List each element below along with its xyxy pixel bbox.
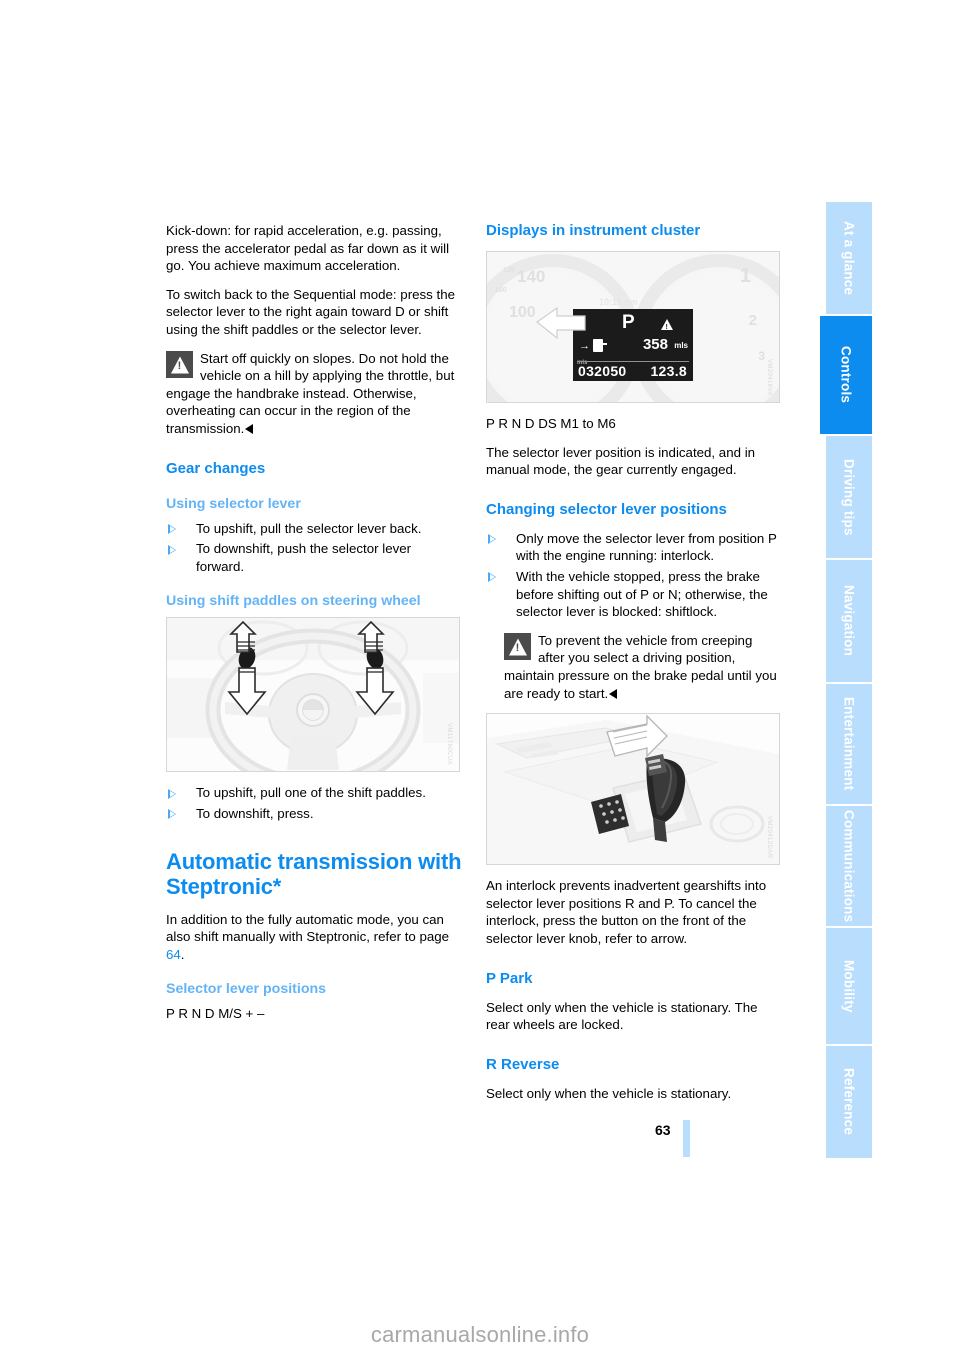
subheading-selector-lever-positions: Selector lever positions (166, 981, 327, 998)
warning-note-body: Start off quickly on slopes. Do not hold… (166, 350, 455, 436)
sidebar-tab-entertainment[interactable]: Entertainment (826, 684, 872, 804)
list-item: Only move the selector lever from positi… (486, 530, 782, 565)
sidebar-tab-label: Entertainment (841, 697, 857, 791)
heading-automatic-transmission-steptronic: Automatic transmission with Steptronic* (166, 848, 462, 899)
sidebar-tab-label: Driving tips (841, 458, 857, 536)
paragraph-interlock: An interlock prevents inadvertent gearsh… (486, 878, 767, 946)
page-edge-marker (683, 1120, 690, 1157)
paragraph-text-end: . (180, 946, 185, 962)
warning-note-text: To prevent the vehicle from creeping aft… (504, 632, 782, 702)
page-reference-link[interactable]: 64 (166, 947, 181, 962)
section-tab-sidebar: At a glance Controls Driving tips Naviga… (812, 202, 872, 1158)
heading-gear-changes: Gear changes (166, 459, 266, 477)
paragraph-p-park: Select only when the vehicle is stationa… (486, 999, 758, 1033)
odometer-value: 032050 (578, 363, 627, 379)
tach-tick-label: 2 (748, 312, 757, 329)
warning-note-body: To prevent the vehicle from creeping aft… (504, 632, 777, 701)
subheading-using-selector-lever: Using selector lever (166, 495, 301, 512)
paragraph-sequential-mode: To switch back to the Sequential mode: p… (166, 286, 455, 337)
fuel-arrow-icon: → (579, 340, 590, 352)
heading-displays-in-instrument-cluster: Displays in instrument cluster (486, 222, 701, 239)
list-item: With the vehicle stopped, press the brak… (486, 568, 782, 621)
list-shift-paddles: To upshift, pull one of the shift paddle… (166, 784, 462, 822)
right-text-column: Displays in instrument cluster 120 140 1… (486, 222, 782, 1113)
sidebar-tab-label: Reference (841, 1068, 857, 1136)
sidebar-tab-driving-tips[interactable]: Driving tips (826, 436, 872, 558)
paragraph-text: In addition to the fully automatic mode,… (166, 911, 450, 945)
sidebar-tab-label: Navigation (841, 585, 857, 657)
sidebar-tab-navigation[interactable]: Navigation (826, 560, 872, 682)
steering-wheel-illustration (167, 618, 459, 772)
speed-tick-label: 140 (517, 267, 546, 286)
sidebar-tab-controls[interactable]: Controls (820, 316, 872, 434)
cluster-info-display: P ! → 358 mls mls 032050 123.8 (573, 309, 693, 381)
range-unit: mls (674, 341, 688, 350)
cluster-warning-exclamation: ! (665, 324, 668, 331)
fuel-pump-icon (593, 339, 607, 352)
speed-tick-label: 120 (503, 267, 515, 274)
sidebar-tab-label: Mobility (841, 959, 857, 1013)
heading-r-reverse: R Reverse (486, 1055, 560, 1073)
warning-note-slopes: ! Start off quickly on slopes. Do not ho… (166, 350, 462, 438)
left-text-column: Kick-down: for rapid acceleration, e.g. … (166, 222, 462, 1023)
site-watermark: carmanualsonline.info (370, 1322, 590, 1347)
list-item: To downshift, press. (166, 805, 462, 823)
list-item: To upshift, pull the selector lever back… (166, 520, 462, 538)
display-divider (577, 361, 689, 362)
paragraph-steptronic-intro: In addition to the fully automatic mode,… (166, 911, 462, 964)
paragraph-r-reverse: Select only when the vehicle is stationa… (486, 1085, 732, 1101)
figure-instrument-cluster: 120 140 160 100 1 2 3 10:15 am P ! → 358… (486, 251, 780, 403)
heading-p-park: P Park (486, 969, 533, 987)
list-item: To downshift, push the selector lever fo… (166, 540, 462, 575)
sidebar-tab-label: At a glance (841, 220, 857, 296)
sidebar-tab-at-a-glance[interactable]: At a glance (826, 202, 872, 314)
figure-code: VM20416VA (766, 359, 772, 396)
selector-lever-illustration (487, 714, 779, 865)
warning-triangle-icon: ! (504, 632, 531, 660)
sidebar-tab-communications[interactable]: Communications (826, 806, 872, 926)
heading-changing-selector-lever-positions: Changing selector lever positions (486, 500, 727, 518)
end-of-note-marker (609, 688, 618, 699)
paragraph-kickdown: Kick-down: for rapid acceleration, e.g. … (166, 223, 450, 274)
list-using-selector-lever: To upshift, pull the selector lever back… (166, 520, 462, 576)
figure-steering-wheel-paddles: VM11760CUA (166, 617, 460, 773)
selector-position-indicator: P (622, 312, 635, 333)
text-selector-lever-positions: P R N D M/S + – (166, 1006, 265, 1022)
pointer-arrow-icon (535, 306, 586, 340)
range-value: 358 (642, 336, 668, 353)
tach-tick-label: 1 (739, 265, 751, 287)
sidebar-tab-mobility[interactable]: Mobility (826, 928, 872, 1044)
list-changing-positions: Only move the selector lever from positi… (486, 530, 782, 621)
sidebar-tab-label: Controls (838, 346, 854, 404)
figure-code: VM20412DAR (766, 815, 772, 859)
page-number: 63 (655, 1122, 671, 1138)
sidebar-tab-reference[interactable]: Reference (826, 1046, 872, 1158)
speed-tick-label: 160 (495, 287, 507, 294)
paragraph-selector-position-indicated: The selector lever position is indicated… (486, 444, 756, 478)
figure-code: VM11760CUA (446, 723, 452, 766)
subheading-shift-paddles: Using shift paddles on steering wheel (166, 593, 421, 610)
end-of-note-marker (245, 423, 254, 434)
list-item: To upshift, pull one of the shift paddle… (166, 784, 462, 802)
warning-triangle-icon: ! (166, 350, 193, 378)
speed-tick-label: 100 (509, 304, 536, 321)
warning-note-text: Start off quickly on slopes. Do not hold… (166, 350, 462, 438)
text-gear-position-list: P R N D DS M1 to M6 (486, 416, 616, 431)
figure-selector-lever: VM20412DAR (486, 713, 780, 866)
trip-odometer-value: 123.8 (650, 363, 687, 379)
sidebar-tab-label: Communications (841, 809, 857, 923)
manual-page: At a glance Controls Driving tips Naviga… (0, 0, 960, 1358)
warning-note-creeping: ! To prevent the vehicle from creeping a… (504, 632, 782, 702)
